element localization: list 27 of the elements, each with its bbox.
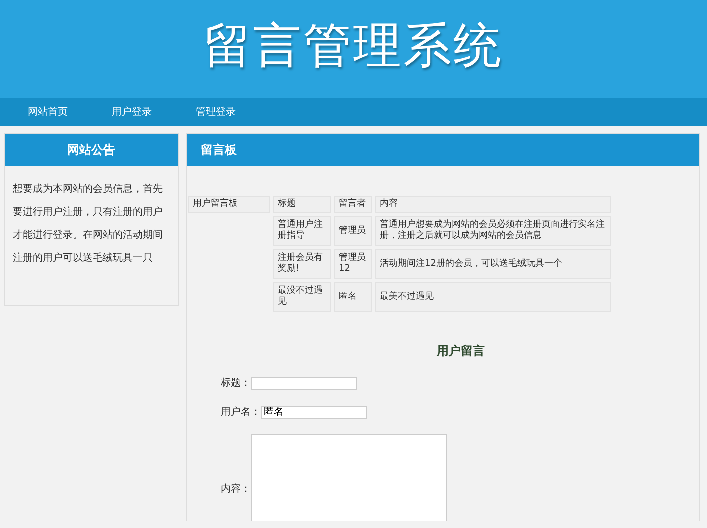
table-cell: 管理员12 bbox=[334, 249, 372, 279]
table-cell: 最美不过遇见 bbox=[375, 282, 611, 312]
site-title: 留言管理系统 bbox=[204, 17, 504, 76]
table-cell: 普通用户注册指导 bbox=[273, 216, 331, 246]
nav-link[interactable]: 用户登录 bbox=[112, 105, 196, 119]
table-cell: 活动期间注12册的会员，可以送毛绒玩具一个 bbox=[375, 249, 611, 279]
nav-link[interactable]: 网站首页 bbox=[28, 105, 112, 119]
table-cell: 普通用户想要成为网站的会员必须在注册页面进行实名注册，注册之后就可以成为网站的会员信息 bbox=[375, 216, 611, 246]
nav-link[interactable]: 管理登录 bbox=[196, 105, 280, 119]
field-label: 内容： bbox=[221, 482, 251, 496]
text-area[interactable] bbox=[251, 434, 447, 521]
input-field[interactable] bbox=[251, 376, 357, 390]
panel-title: 留言板 bbox=[187, 134, 699, 166]
field-label: 用户名： bbox=[221, 406, 261, 419]
field-label: 标题： bbox=[221, 376, 251, 390]
table-header: 留言者 bbox=[334, 196, 372, 213]
table-cell: 管理员 bbox=[334, 216, 372, 246]
form-title: 用户留言 bbox=[437, 343, 486, 360]
table-header: 标题 bbox=[273, 196, 331, 213]
notice-text: 想要成为本网站的会员信息，首先要进行用户注册，只有注册的用户才能进行登录。在网站的活动期间注册的用户可以送毛绒玩具一只 bbox=[12, 182, 164, 266]
table-cell: 匿名 bbox=[334, 282, 372, 312]
table-header: 内容 bbox=[375, 196, 611, 213]
panel-title: 网站公告 bbox=[5, 134, 178, 166]
input-field[interactable]: 匿名 bbox=[261, 406, 367, 418]
table-cell: 注册会员有奖励! bbox=[273, 249, 331, 279]
table-cell: 最没不过遇见 bbox=[273, 282, 331, 312]
table-header: 用户留言板 bbox=[188, 196, 270, 213]
